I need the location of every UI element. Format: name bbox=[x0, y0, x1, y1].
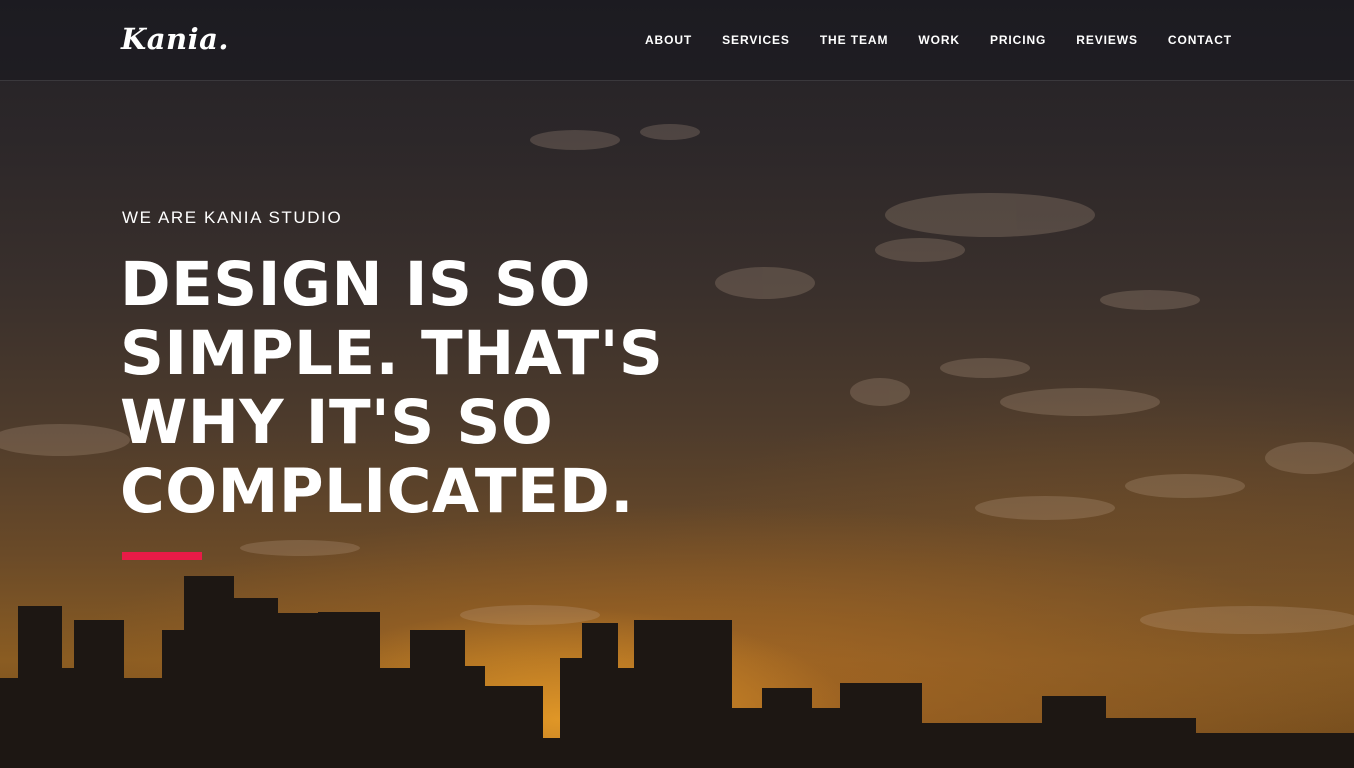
accent-divider bbox=[122, 552, 202, 560]
nav-item-work[interactable]: Work bbox=[918, 33, 960, 47]
nav-item-services[interactable]: Services bbox=[722, 33, 790, 47]
nav-item-about[interactable]: About bbox=[645, 33, 692, 47]
nav-item-pricing[interactable]: Pricing bbox=[990, 33, 1046, 47]
hero-eyebrow: We are Kania Studio bbox=[122, 208, 343, 227]
brand-logo[interactable]: Kania. bbox=[121, 22, 229, 56]
headline-line: simple. That's bbox=[120, 318, 664, 389]
headline-line: Design is so bbox=[120, 249, 591, 320]
hero-section: Kania. About Services The Team Work Pric… bbox=[0, 0, 1354, 768]
main-nav: About Services The Team Work Pricing Rev… bbox=[645, 33, 1232, 47]
nav-item-the-team[interactable]: The Team bbox=[820, 33, 889, 47]
hero-headline: Design is so simple. That's why it's so … bbox=[120, 250, 820, 526]
headline-line: why it's so bbox=[120, 387, 554, 458]
top-navigation-bar: Kania. About Services The Team Work Pric… bbox=[0, 0, 1354, 81]
city-skyline-silhouette bbox=[0, 576, 1354, 768]
headline-line: complicated. bbox=[120, 456, 634, 527]
nav-item-contact[interactable]: Contact bbox=[1168, 33, 1232, 47]
nav-item-reviews[interactable]: Reviews bbox=[1076, 33, 1138, 47]
